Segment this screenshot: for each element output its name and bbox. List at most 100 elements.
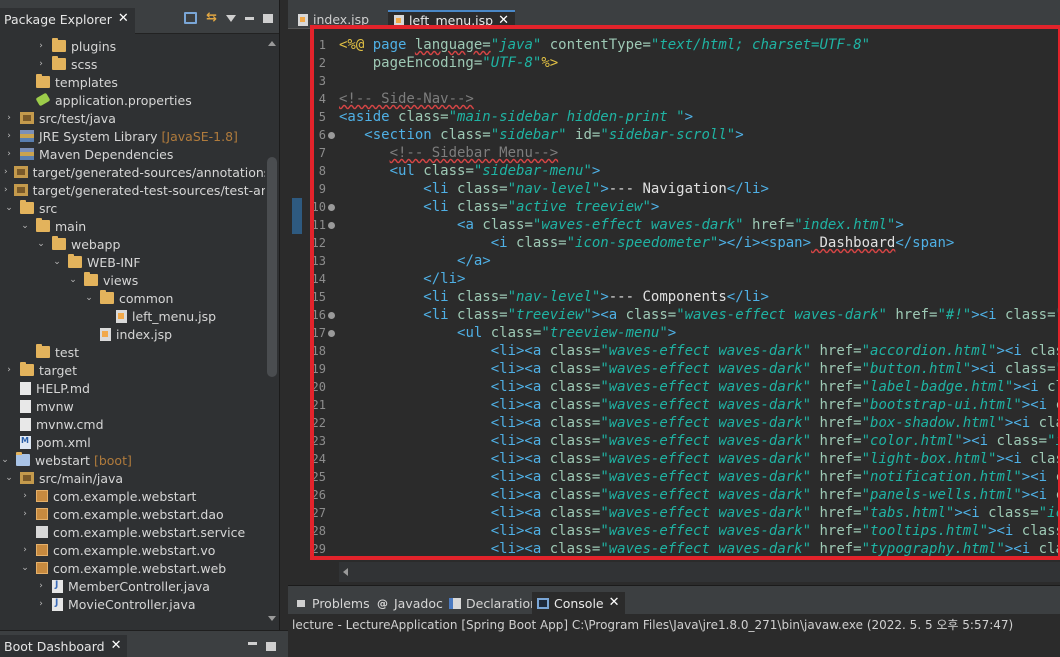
fold-toggle-icon[interactable] xyxy=(328,222,335,229)
tree-item[interactable]: ⌄ src xyxy=(0,199,265,217)
scrollbar-thumb[interactable] xyxy=(267,157,277,377)
collapsed-arrow-icon[interactable]: › xyxy=(36,599,46,609)
tree-item[interactable]: ⌄ src/main/java xyxy=(0,469,265,487)
line-number: 29 xyxy=(311,542,326,556)
collapsed-arrow-icon[interactable]: › xyxy=(36,59,46,69)
expanded-arrow-icon[interactable]: ⌄ xyxy=(36,239,46,249)
tree-item[interactable]: › com.example.webstart xyxy=(0,487,265,505)
collapsed-arrow-icon[interactable]: › xyxy=(4,185,8,195)
close-icon[interactable]: ✕ xyxy=(609,596,620,610)
tree-item[interactable]: › target xyxy=(0,361,265,379)
tree-item[interactable]: left_menu.jsp xyxy=(0,307,265,325)
tree-item[interactable]: ⌄ WEB-INF xyxy=(0,253,265,271)
collapsed-arrow-icon[interactable]: › xyxy=(4,149,14,159)
tree-item[interactable]: pom.xml xyxy=(0,433,265,451)
code-token: class= xyxy=(988,505,1039,521)
tree-item[interactable]: ⌄ webapp xyxy=(0,235,265,253)
code-token: class= xyxy=(457,181,508,197)
source-folder-icon xyxy=(13,184,28,196)
view-menu-icon[interactable] xyxy=(226,14,236,22)
no-arrow xyxy=(20,347,30,357)
expanded-arrow-icon[interactable]: ⌄ xyxy=(20,563,30,573)
tree-item[interactable]: index.jsp xyxy=(0,325,265,343)
code-token: "waves-effect waves-dark" xyxy=(600,361,820,377)
scroll-left-arrow-icon[interactable] xyxy=(343,568,348,576)
expanded-arrow-icon[interactable]: ⌄ xyxy=(20,221,30,231)
tree-item[interactable]: › com.example.webstart.dao xyxy=(0,505,265,523)
fold-toggle-icon[interactable] xyxy=(328,330,335,337)
collapse-all-icon[interactable] xyxy=(184,12,198,24)
tree-item[interactable]: › target/generated-sources/annotations xyxy=(0,163,265,181)
editor-tab-index-jsp[interactable]: index.jsp xyxy=(292,10,375,29)
collapsed-arrow-icon[interactable]: › xyxy=(20,509,30,519)
tree-item[interactable]: templates xyxy=(0,73,265,91)
close-icon[interactable]: ✕ xyxy=(498,13,509,28)
minimize-icon[interactable] xyxy=(245,16,254,20)
line-number: 25 xyxy=(311,470,326,484)
close-icon[interactable]: ✕ xyxy=(118,12,129,26)
code-token: ><i xyxy=(971,361,1005,377)
tab-console[interactable]: Console ✕ xyxy=(532,592,625,614)
file-icon xyxy=(20,381,31,395)
minimize-icon[interactable] xyxy=(248,642,257,645)
fold-toggle-icon[interactable] xyxy=(328,204,335,211)
tree-item[interactable]: application.properties xyxy=(0,91,265,109)
fold-toggle-icon[interactable] xyxy=(328,312,335,319)
boot-dashboard-tab[interactable]: Boot Dashboard ✕ xyxy=(0,635,128,657)
code-token: href= xyxy=(819,433,862,449)
tree-item[interactable]: test xyxy=(0,343,265,361)
tree-item[interactable]: › Maven Dependencies xyxy=(0,145,265,163)
tree-item[interactable]: ⌄ webstart [boot] xyxy=(0,451,265,469)
tree-item[interactable]: HELP.md xyxy=(0,379,265,397)
close-icon[interactable]: ✕ xyxy=(111,639,122,657)
tree-item[interactable]: ⌄ com.example.webstart.web xyxy=(0,559,265,577)
tab-problems[interactable]: Problems xyxy=(290,592,375,614)
code-token: Dashboard xyxy=(811,235,896,251)
tree-item[interactable]: › MemberController.java xyxy=(0,577,265,595)
expanded-arrow-icon[interactable]: ⌄ xyxy=(0,455,10,465)
tree-item[interactable]: › target/generated-test-sources/test-anno… xyxy=(0,181,265,199)
code-text-area[interactable]: <%@ page language="java" contentType="te… xyxy=(339,36,1060,562)
tree-item[interactable]: ⌄ common xyxy=(0,289,265,307)
collapsed-arrow-icon[interactable]: › xyxy=(36,581,46,591)
tree-item[interactable]: › JRE System Library [JavaSE-1.8] xyxy=(0,127,265,145)
tree-item[interactable]: mvnw xyxy=(0,397,265,415)
maximize-icon[interactable] xyxy=(263,13,273,23)
tree-item[interactable]: › com.example.webstart.vo xyxy=(0,541,265,559)
editor-tab-left-menu-jsp[interactable]: left_menu.jsp ✕ xyxy=(388,10,516,29)
collapsed-arrow-icon[interactable]: › xyxy=(36,41,46,51)
code-token: "waves-effect waves-dark" xyxy=(676,307,896,323)
maximize-icon[interactable] xyxy=(266,642,276,651)
tree-item-label: scss xyxy=(71,56,98,72)
expanded-arrow-icon[interactable]: ⌄ xyxy=(52,257,62,267)
tree-item[interactable]: › src/test/java xyxy=(0,109,265,127)
link-with-editor-icon[interactable]: ⇆ xyxy=(206,11,217,24)
collapsed-arrow-icon[interactable]: › xyxy=(4,113,14,123)
tree-item[interactable]: com.example.webstart.service xyxy=(0,523,265,541)
collapsed-arrow-icon[interactable]: › xyxy=(20,545,30,555)
expanded-arrow-icon[interactable]: ⌄ xyxy=(68,275,78,285)
collapsed-arrow-icon[interactable]: › xyxy=(20,491,30,501)
package-explorer-tab[interactable]: Package Explorer ✕ xyxy=(0,8,135,34)
tree-scrollbar[interactable] xyxy=(265,35,279,625)
collapsed-arrow-icon[interactable]: › xyxy=(4,131,14,141)
tree-item[interactable]: › plugins xyxy=(0,37,265,55)
collapsed-arrow-icon[interactable]: › xyxy=(4,167,8,177)
collapsed-arrow-icon[interactable]: › xyxy=(4,365,14,375)
tab-javadoc[interactable]: @ Javadoc xyxy=(372,592,448,614)
tree-item[interactable]: › scss xyxy=(0,55,265,73)
scroll-down-arrow-icon[interactable] xyxy=(268,616,276,621)
tree-item[interactable]: › MovieController.java xyxy=(0,595,265,613)
code-token: </span> xyxy=(895,235,955,251)
tab-declaration[interactable]: Declaration xyxy=(444,592,543,614)
tree-item[interactable]: ⌄ main xyxy=(0,217,265,235)
tree-item[interactable]: ⌄ views xyxy=(0,271,265,289)
expanded-arrow-icon[interactable]: ⌄ xyxy=(4,473,14,483)
package-white-icon xyxy=(36,526,48,538)
fold-toggle-icon[interactable] xyxy=(328,132,335,139)
expanded-arrow-icon[interactable]: ⌄ xyxy=(84,293,94,303)
horizontal-scrollbar[interactable] xyxy=(339,562,1060,582)
expanded-arrow-icon[interactable]: ⌄ xyxy=(4,203,14,213)
tree-item[interactable]: mvnw.cmd xyxy=(0,415,265,433)
scroll-up-arrow-icon[interactable] xyxy=(268,41,276,46)
